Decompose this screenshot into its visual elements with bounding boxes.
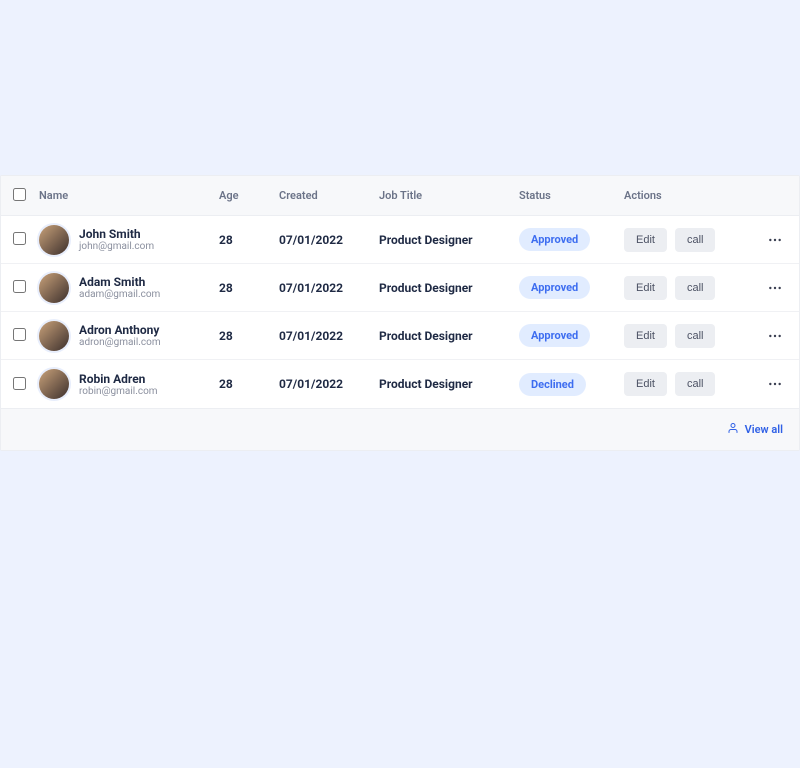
user-age: 28 [219,329,279,343]
user-age: 28 [219,377,279,391]
view-all-label: View all [745,423,783,436]
user-created: 07/01/2022 [279,377,379,391]
avatar [39,321,69,351]
user-email: robin@gmail.com [79,386,158,397]
more-icon[interactable] [759,232,791,248]
col-job: Job Title [379,189,519,202]
row-checkbox[interactable] [13,377,26,390]
user-email: adam@gmail.com [79,289,160,300]
col-name: Name [39,189,219,202]
user-email: john@gmail.com [79,241,154,252]
user-created: 07/01/2022 [279,281,379,295]
view-all-link[interactable]: View all [727,422,783,437]
status-badge: Approved [519,324,590,347]
call-button[interactable]: call [675,372,716,396]
row-checkbox[interactable] [13,280,26,293]
more-icon[interactable] [759,328,791,344]
status-badge: Declined [519,373,586,396]
user-icon [727,422,739,437]
more-icon[interactable] [759,280,791,296]
users-table: Name Age Created Job Title Status Action… [0,175,800,451]
user-email: adron@gmail.com [79,337,161,348]
row-checkbox[interactable] [13,328,26,341]
avatar [39,273,69,303]
col-status: Status [519,189,624,202]
edit-button[interactable]: Edit [624,276,667,300]
table-row: Adron Anthony adron@gmail.com 28 07/01/2… [1,312,799,360]
table-row: Adam Smith adam@gmail.com 28 07/01/2022 … [1,264,799,312]
table-footer: View all [1,408,799,450]
avatar [39,369,69,399]
user-created: 07/01/2022 [279,329,379,343]
call-button[interactable]: call [675,324,716,348]
call-button[interactable]: call [675,228,716,252]
user-job: Product Designer [379,233,519,247]
edit-button[interactable]: Edit [624,228,667,252]
table-row: John Smith john@gmail.com 28 07/01/2022 … [1,216,799,264]
table-row: Robin Adren robin@gmail.com 28 07/01/202… [1,360,799,408]
status-badge: Approved [519,228,590,251]
user-job: Product Designer [379,329,519,343]
row-checkbox[interactable] [13,232,26,245]
user-name: Adam Smith [79,275,160,289]
user-name: Adron Anthony [79,323,161,337]
user-age: 28 [219,233,279,247]
user-job: Product Designer [379,281,519,295]
avatar [39,225,69,255]
user-created: 07/01/2022 [279,233,379,247]
call-button[interactable]: call [675,276,716,300]
user-age: 28 [219,281,279,295]
edit-button[interactable]: Edit [624,372,667,396]
status-badge: Approved [519,276,590,299]
col-created: Created [279,189,379,202]
more-icon[interactable] [759,376,791,392]
user-name: Robin Adren [79,372,158,386]
user-name: John Smith [79,227,154,241]
select-all-checkbox[interactable] [13,188,26,201]
col-actions: Actions [624,189,759,202]
col-age: Age [219,189,279,202]
table-header: Name Age Created Job Title Status Action… [1,176,799,216]
user-job: Product Designer [379,377,519,391]
edit-button[interactable]: Edit [624,324,667,348]
